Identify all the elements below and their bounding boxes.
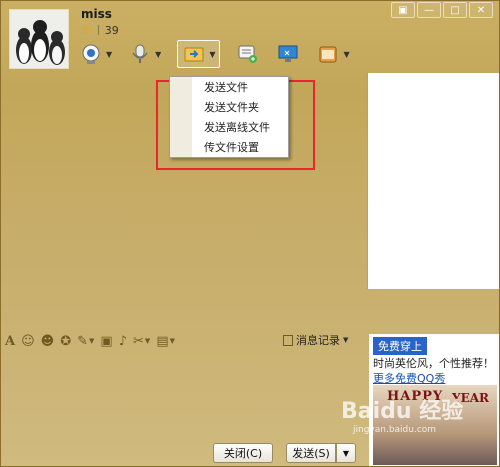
- chevron-down-icon[interactable]: ▼: [209, 50, 215, 59]
- send-file-button[interactable]: ▼: [177, 40, 221, 68]
- send-button[interactable]: 发送(S): [286, 443, 336, 463]
- screenshot-icon[interactable]: ✂ ▼: [133, 334, 150, 349]
- level-indicator: ☆ 39: [81, 23, 119, 37]
- multichat-button[interactable]: [236, 40, 260, 68]
- title-bar: miss ☆ 39 ▣ — □ ✕ ▼ ▼ ▼ ▼: [1, 1, 499, 73]
- star-icon: ☆: [81, 23, 92, 37]
- chevron-down-icon[interactable]: ▼: [343, 336, 348, 344]
- close-icon[interactable]: ✕: [469, 2, 493, 18]
- chevron-down-icon[interactable]: ▼: [155, 50, 161, 59]
- message-log-label: 消息记录: [296, 334, 340, 347]
- chevron-down-icon[interactable]: ▼: [170, 337, 175, 345]
- image-icon[interactable]: ▣: [100, 334, 112, 349]
- message-input[interactable]: [1, 354, 366, 432]
- emoji-icon[interactable]: ☺: [21, 334, 35, 349]
- menu-item-file-settings[interactable]: 传文件设置: [204, 139, 288, 157]
- ad-link[interactable]: 更多免费QQ秀: [373, 370, 445, 386]
- voice-call-icon: [128, 42, 152, 66]
- window-controls: ▣ — □ ✕: [391, 2, 493, 18]
- chat-window: miss ☆ 39 ▣ — □ ✕ ▼ ▼ ▼ ▼ A ☺ ☻ ✪ ✎ ▼ ▣ …: [0, 0, 500, 467]
- menu-stripe: [170, 77, 192, 157]
- face-icon[interactable]: ☻: [41, 334, 55, 349]
- close-button[interactable]: 关闭(C): [213, 443, 273, 463]
- chat-toolbar: ▼ ▼ ▼ ▼: [79, 39, 366, 69]
- music-icon[interactable]: ♪: [119, 334, 127, 349]
- ad-headline: 时尚英伦风，个性推荐！: [373, 357, 494, 370]
- schedule-icon[interactable]: ▤ ▼: [156, 334, 175, 349]
- chevron-down-icon[interactable]: ▼: [89, 337, 94, 345]
- multichat-icon: [236, 42, 260, 66]
- app-icon: [316, 42, 340, 66]
- watermark-url: jingyan.baidu.com: [353, 425, 437, 435]
- menu-item-send-file[interactable]: 发送文件: [204, 79, 288, 97]
- remote-desktop-icon: [276, 42, 300, 66]
- send-file-menu: 发送文件 发送文件夹 发送离线文件 传文件设置: [169, 76, 289, 158]
- video-call-icon: [79, 42, 103, 66]
- chevron-down-icon[interactable]: ▼: [343, 50, 349, 59]
- font-icon[interactable]: A: [5, 334, 15, 349]
- side-panel: [367, 73, 499, 289]
- magic-icon[interactable]: ✪: [60, 334, 71, 349]
- app-button[interactable]: ▼: [316, 40, 350, 68]
- maximize-icon[interactable]: □: [443, 2, 467, 18]
- minimize-icon[interactable]: —: [417, 2, 441, 18]
- chevron-down-icon[interactable]: ▼: [145, 337, 150, 345]
- username: miss: [81, 7, 112, 21]
- voice-call-button[interactable]: ▼: [128, 40, 161, 68]
- watermark: Baidu 经验: [341, 399, 464, 424]
- remote-desktop-button[interactable]: [276, 40, 300, 68]
- video-call-button[interactable]: ▼: [79, 40, 112, 68]
- log-icon: [283, 334, 293, 346]
- chevron-down-icon[interactable]: ▼: [106, 50, 112, 59]
- level-number: 39: [104, 23, 119, 37]
- menu-item-send-offline-file[interactable]: 发送离线文件: [204, 119, 288, 137]
- message-log-button[interactable]: 消息记录 ▼: [283, 332, 348, 348]
- edit-icon[interactable]: ✎ ▼: [77, 334, 94, 349]
- menu-item-send-folder[interactable]: 发送文件夹: [204, 99, 288, 117]
- menu-icon[interactable]: ▣: [391, 2, 415, 18]
- send-file-icon: [182, 42, 206, 66]
- ad-tag[interactable]: 免费穿上: [373, 337, 427, 355]
- divider: [97, 25, 99, 35]
- avatar[interactable]: [9, 9, 69, 69]
- send-options-button[interactable]: ▼: [336, 443, 356, 463]
